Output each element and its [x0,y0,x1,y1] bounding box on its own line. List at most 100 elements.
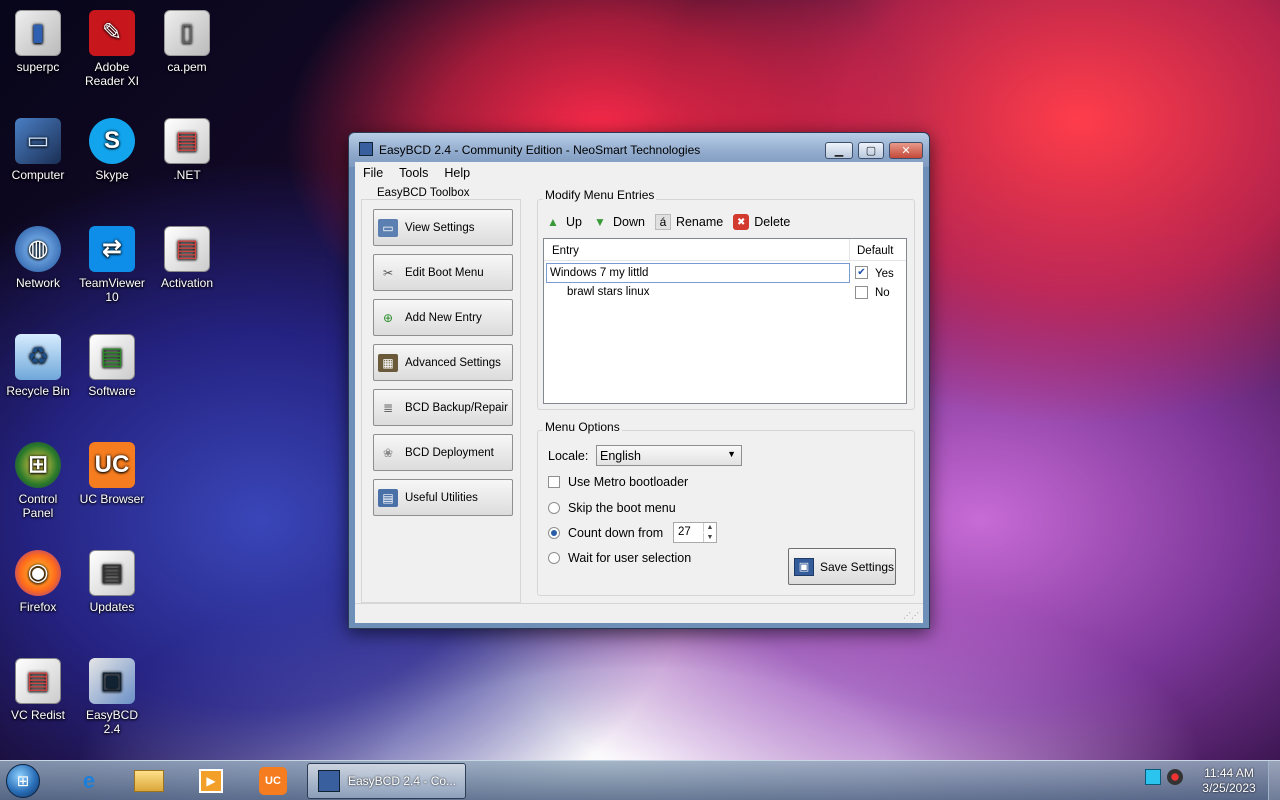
taskbar-pin-media-player[interactable]: ▶ [184,765,238,797]
desktop-icon-ca-pem[interactable]: ▯ ca.pem [151,10,223,74]
desktop-icon-updates[interactable]: ▤ Updates [76,550,148,614]
entry-rename-input[interactable]: Windows 7 my littld [546,263,850,283]
move-down-button[interactable]: ▼ Down [592,214,645,230]
desktop-icon-label: Software [88,384,136,398]
user-folder-icon: ▮ [15,10,61,56]
column-default-header[interactable]: Default [850,239,893,260]
speaker-tray-icon[interactable] [1167,769,1183,785]
easybcd-icon: ▣ [89,658,135,704]
resize-grip-icon[interactable]: ⋰⋰ [903,611,919,620]
desktop-icon-dotnet[interactable]: ▤ .NET [151,118,223,182]
default-checkbox[interactable]: ✔ [855,266,868,279]
stepper-down-icon[interactable]: ▼ [703,533,716,542]
entry-row[interactable]: brawl stars linux No [544,283,906,301]
close-icon: ✕ [901,145,911,157]
desktop-icon-easybcd[interactable]: ▣ EasyBCD 2.4 [76,658,148,736]
clock-time: 11:44 AM [1204,766,1254,780]
desktop-icon-adobe-reader[interactable]: ✎ Adobe Reader XI [76,10,148,88]
default-value-label: Yes [875,268,894,280]
desktop-icon-recycle-bin[interactable]: ♻ Recycle Bin [2,334,74,398]
countdown-stepper[interactable]: 27 ▲ ▼ [673,522,717,543]
folder-icon: ▤ [89,334,135,380]
taskbar-task-easybcd[interactable]: EasyBCD 2.4 - Co... [307,763,466,799]
network-tray-icon[interactable] [1145,769,1161,785]
add-new-entry-button[interactable]: ⊕ Add New Entry [373,299,513,336]
show-desktop-button[interactable] [1268,761,1280,800]
desktop-icon-skype[interactable]: S Skype [76,118,148,182]
uc-browser-icon: UC [259,767,287,795]
computer-icon: ▭ [15,118,61,164]
edit-boot-menu-button[interactable]: ✂ Edit Boot Menu [373,254,513,291]
desktop-icon-uc-browser[interactable]: UC UC Browser [76,442,148,506]
desktop-icon-superpc[interactable]: ▮ superpc [2,10,74,74]
desktop-icon-computer[interactable]: ▭ Computer [2,118,74,182]
taskbar-pin-explorer[interactable] [122,765,176,797]
desktop-icon-control-panel[interactable]: ⊞ Control Panel [2,442,74,520]
wait-for-user-radio[interactable]: Wait for user selection [548,551,691,565]
maximize-icon: ▢ [865,145,877,157]
move-up-button[interactable]: ▲ Up [545,214,582,230]
desktop-icon-label: EasyBCD 2.4 [85,708,138,736]
menu-help[interactable]: Help [444,166,470,180]
entry-row[interactable]: Windows 7 my littld ✔ Yes [544,263,906,283]
count-down-radio[interactable]: Count down from [548,526,663,540]
countdown-value: 27 [678,526,691,538]
taskbar-pin-uc-browser[interactable]: UC [246,765,300,797]
view-settings-label: View Settings [405,221,475,234]
skip-boot-menu-radio[interactable]: Skip the boot menu [548,501,676,515]
modify-menu-entries-title: Modify Menu Entries [543,188,657,202]
system-tray [1145,769,1189,785]
checkmark-icon: ✔ [857,267,866,278]
bcd-deployment-button[interactable]: ❀ BCD Deployment [373,434,513,471]
desktop-icon-label: Adobe Reader XI [84,60,140,88]
desktop-icon-software[interactable]: ▤ Software [76,334,148,398]
desktop-icon-vc-redist[interactable]: ▤ VC Redist [2,658,74,722]
locale-value: English [600,449,641,463]
desktop-icon-activation[interactable]: ▤ Activation [151,226,223,290]
desktop-icon-firefox[interactable]: ◉ Firefox [2,550,74,614]
bcd-deployment-label: BCD Deployment [405,446,494,459]
monitor-icon: ▭ [378,218,398,237]
maximize-button[interactable]: ▢ [858,142,884,159]
control-panel-icon: ⊞ [15,442,61,488]
view-settings-button[interactable]: ▭ View Settings [373,209,513,246]
radio-button[interactable] [548,552,560,564]
radio-button[interactable] [548,502,560,514]
uc-browser-icon: UC [89,442,135,488]
easybcd-window[interactable]: EasyBCD 2.4 - Community Edition - NeoSma… [348,132,930,629]
folder-icon [134,770,164,792]
entries-list-header: Entry Default [544,239,906,261]
rename-button[interactable]: á Rename [654,214,723,230]
status-bar: ⋰⋰ [355,603,923,623]
locale-select[interactable]: English ▼ [596,445,742,466]
rename-icon: á [654,214,671,230]
metro-bootloader-checkbox[interactable]: Use Metro bootloader [548,475,688,489]
default-checkbox[interactable] [855,286,868,299]
stepper-up-icon[interactable]: ▲ [703,523,716,532]
app-icon [359,142,373,156]
minimize-button[interactable]: ▁ [825,142,853,159]
edit-boot-menu-label: Edit Boot Menu [405,266,484,279]
folder-icon: ▤ [164,118,210,164]
desktop-icon-teamviewer[interactable]: ⇄ TeamViewer 10 [76,226,148,304]
start-button[interactable]: ⊞ [6,764,40,798]
bcd-backup-repair-button[interactable]: ≣ BCD Backup/Repair [373,389,513,426]
save-settings-button[interactable]: ▣ Save Settings [788,548,896,585]
checkbox-box[interactable] [548,476,560,488]
desktop-icon-label: Network [15,276,60,290]
useful-utilities-button[interactable]: ▤ Useful Utilities [373,479,513,516]
taskbar-pin-internet-explorer[interactable]: e [62,765,116,797]
menu-file[interactable]: File [363,166,383,180]
menu-tools[interactable]: Tools [399,166,428,180]
advanced-settings-button[interactable]: ▦ Advanced Settings [373,344,513,381]
desktop-icon-network[interactable]: ◍ Network [2,226,74,290]
close-button[interactable]: ✕ [889,142,923,159]
clock[interactable]: 11:44 AM 3/25/2023 [1196,766,1262,796]
arrow-down-icon: ▼ [594,215,606,229]
radio-button-selected[interactable] [548,527,560,539]
column-entry-header[interactable]: Entry [544,239,850,260]
chip-icon: ▦ [378,353,398,372]
entries-list[interactable]: Entry Default Windows 7 my littld ✔ Yes … [543,238,907,404]
taskbar-task-label: EasyBCD 2.4 - Co... [348,774,457,788]
delete-button[interactable]: ✖ Delete [733,214,790,230]
